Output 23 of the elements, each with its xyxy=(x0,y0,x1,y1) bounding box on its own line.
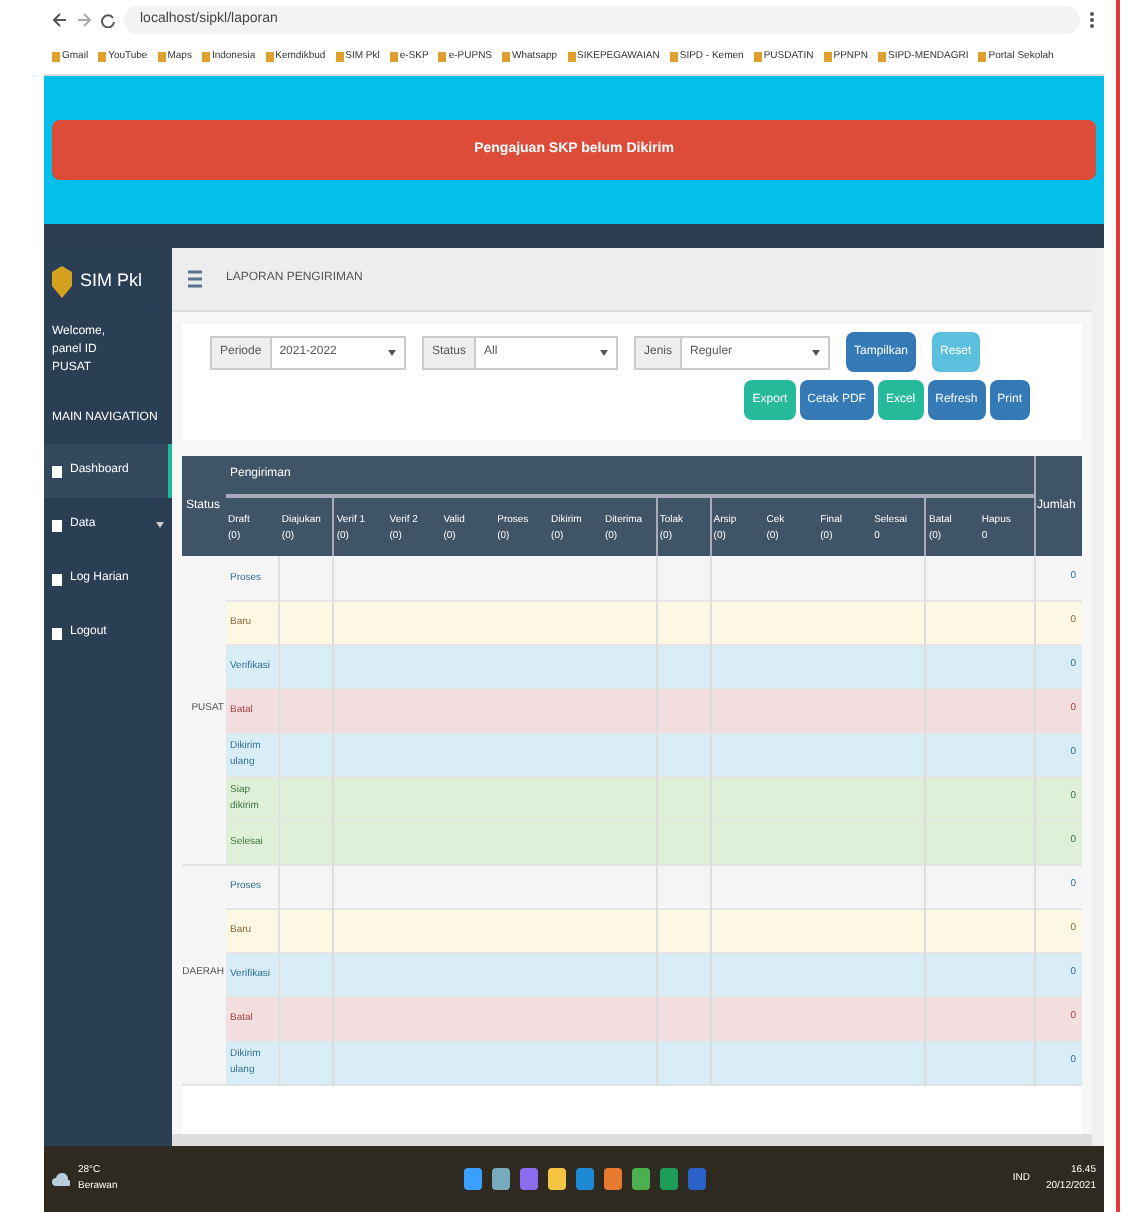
app-icon[interactable] xyxy=(520,1168,539,1190)
page-icon xyxy=(52,519,62,531)
shield-logo-icon xyxy=(52,266,72,298)
caret-icon xyxy=(812,349,820,355)
app-icon[interactable] xyxy=(548,1168,567,1190)
app-icon[interactable] xyxy=(576,1168,595,1190)
caret-icon xyxy=(600,349,608,355)
app-icon[interactable] xyxy=(660,1168,679,1190)
app-icon[interactable] xyxy=(492,1168,511,1190)
menu-icon[interactable] xyxy=(1088,10,1096,30)
app-icon[interactable] xyxy=(464,1168,483,1190)
back-icon[interactable] xyxy=(52,12,68,28)
reload-icon[interactable] xyxy=(100,12,116,28)
chevron-icon xyxy=(156,522,164,528)
caret-icon xyxy=(388,349,396,355)
app-icon[interactable] xyxy=(604,1168,623,1190)
menu-icon[interactable] xyxy=(188,270,202,288)
brand-name: SIM Pkl xyxy=(80,268,143,295)
page-icon xyxy=(52,465,62,477)
app-icon[interactable] xyxy=(632,1168,651,1190)
page-icon xyxy=(52,573,62,585)
page-icon xyxy=(52,627,62,639)
cloud-icon xyxy=(52,1172,70,1186)
